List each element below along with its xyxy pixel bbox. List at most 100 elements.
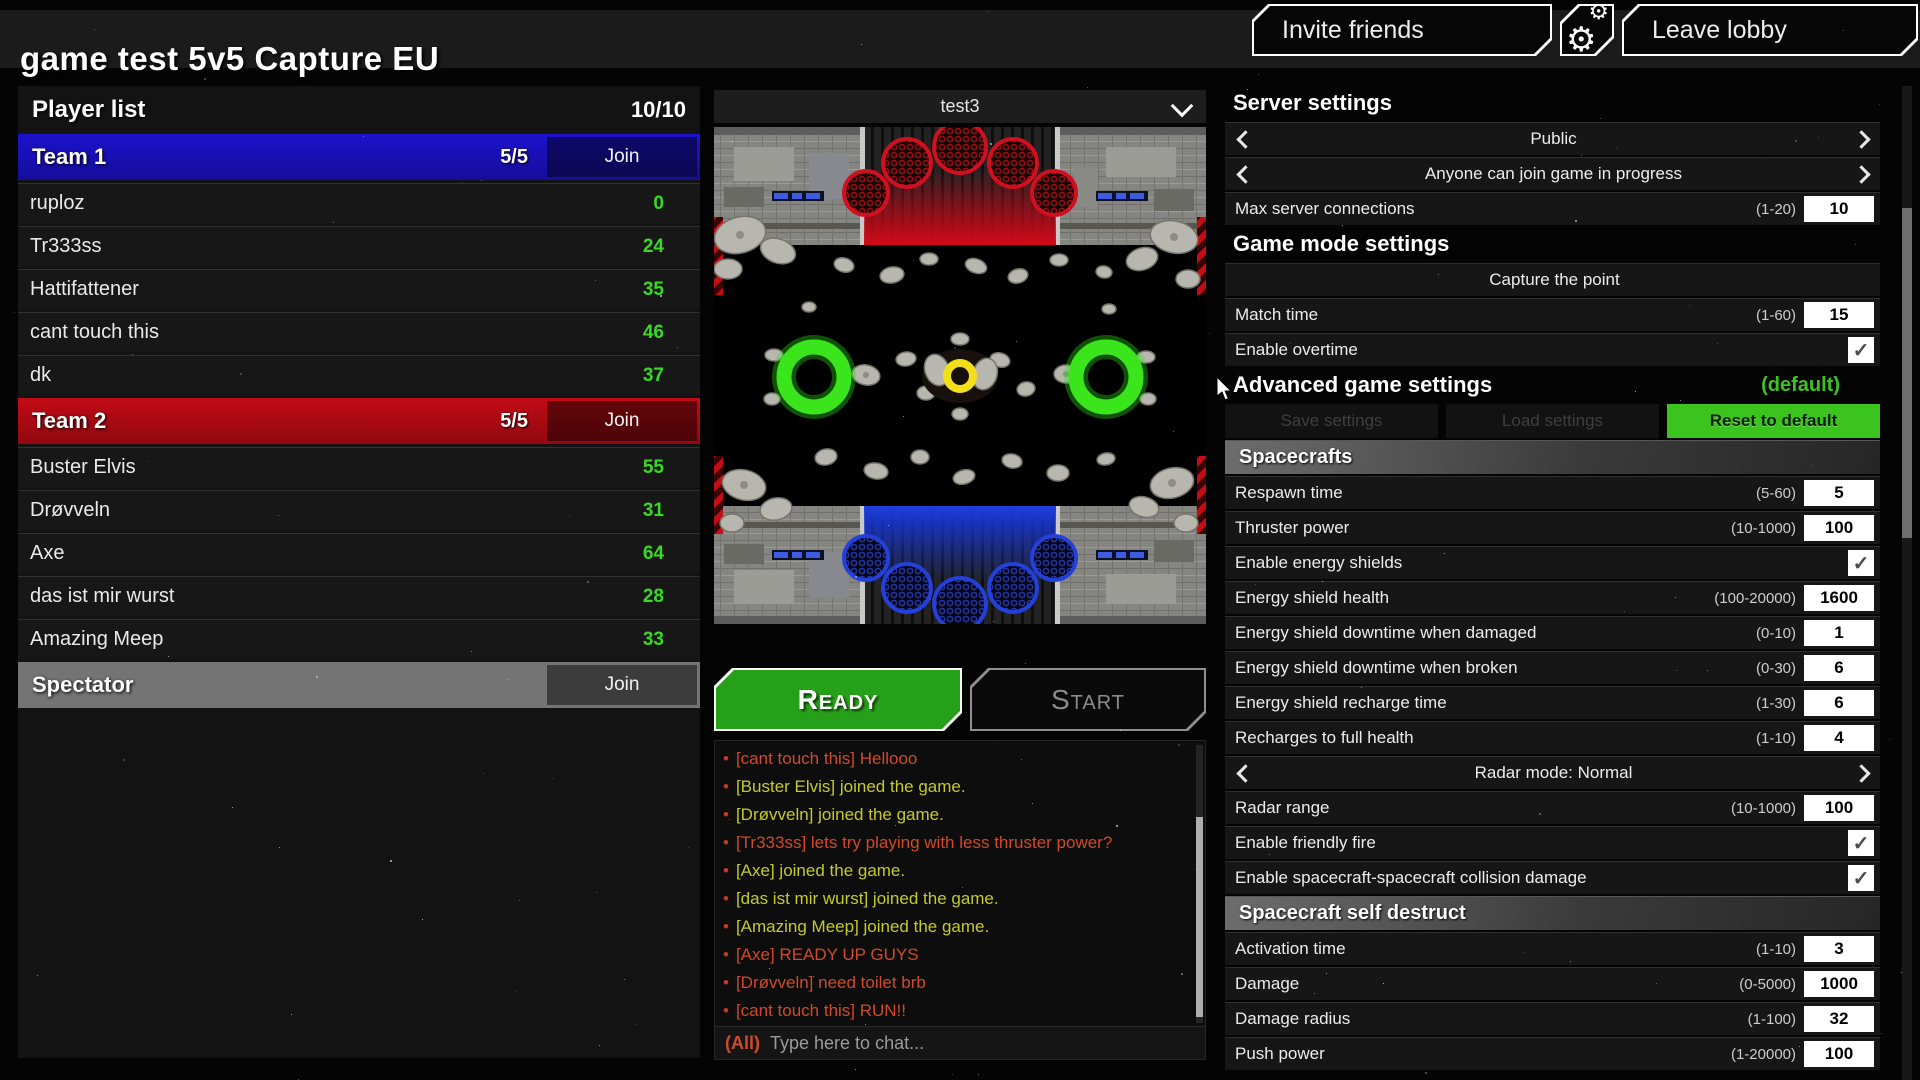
settings-gear-button[interactable]: ⚙ ⚙ xyxy=(1560,4,1614,56)
join-team-2-button[interactable]: Join xyxy=(547,401,697,441)
player-score: 37 xyxy=(643,365,664,387)
energy-shield-recharge-time-input[interactable]: 6 xyxy=(1804,690,1874,716)
selector-label: Radar mode: Normal xyxy=(1252,763,1855,783)
join-team-1-button[interactable]: Join xyxy=(547,137,697,177)
chat-message: •[Amazing Meep] joined the game. xyxy=(723,913,1189,941)
selector-anyone-can-join-game-in-progress: Anyone can join game in progress xyxy=(1225,157,1880,190)
match-time-input[interactable]: 15 xyxy=(1804,302,1874,328)
settings-scrollbar[interactable] xyxy=(1902,86,1912,1080)
setting-capture-the-point: Capture the point xyxy=(1225,263,1880,296)
push-power-input[interactable]: 100 xyxy=(1804,1041,1874,1067)
setting-range: (1-30) xyxy=(1756,695,1796,712)
chat-message: •[cant touch this] RUN!! xyxy=(723,997,1189,1025)
player-row: Amazing Meep33 xyxy=(18,619,700,659)
player-name: das ist mir wurst xyxy=(30,585,643,608)
enable-friendly-fire-checkbox[interactable]: ✓ xyxy=(1848,830,1874,856)
player-name: Amazing Meep xyxy=(30,628,643,651)
settings-scrollbar-thumb[interactable] xyxy=(1902,208,1912,538)
enable-energy-shields-checkbox[interactable]: ✓ xyxy=(1848,550,1874,576)
chat-scrollbar-thumb[interactable] xyxy=(1196,817,1203,1017)
team-name: Team 1 xyxy=(32,144,500,170)
thruster-power-input[interactable]: 100 xyxy=(1804,515,1874,541)
damage-input[interactable]: 1000 xyxy=(1804,971,1874,997)
chat-scrollbar[interactable] xyxy=(1196,745,1203,1023)
setting-label: Match time xyxy=(1235,305,1756,325)
section-header-label: Advanced game settings xyxy=(1233,372,1492,398)
team-header-team-2: Team 25/5Join xyxy=(18,398,700,444)
subsection-header-spacecraft-self-destruct: Spacecraft self destruct xyxy=(1225,896,1880,930)
player-row: Tr333ss24 xyxy=(18,226,700,266)
setting-label: Push power xyxy=(1235,1044,1731,1064)
player-name: ruploz xyxy=(30,192,653,215)
setting-range: (1-100) xyxy=(1748,1011,1796,1028)
chat-message-text: [cant touch this] RUN!! xyxy=(736,1001,906,1020)
subsection-header-label: Spacecrafts xyxy=(1239,446,1352,469)
invite-friends-button[interactable]: Invite friends xyxy=(1252,4,1552,56)
energy-shield-downtime-when-broken-input[interactable]: 6 xyxy=(1804,655,1874,681)
setting-label: Enable energy shields xyxy=(1235,553,1848,573)
chevron-right-icon[interactable] xyxy=(1852,764,1870,782)
selected-map-label: test3 xyxy=(940,96,979,117)
reset-to-default-button[interactable]: Reset to default xyxy=(1667,404,1880,438)
selector-public: Public xyxy=(1225,122,1880,155)
player-score: 46 xyxy=(643,322,664,344)
player-name: Axe xyxy=(30,542,643,565)
chat-message-text: [das ist mir wurst] joined the game. xyxy=(736,889,999,908)
player-score: 35 xyxy=(643,279,664,301)
chat-message-text: [Drøvveln] need toilet brb xyxy=(736,973,926,992)
load-settings-button[interactable]: Load settings xyxy=(1446,404,1659,438)
chat-channel-label: (All) xyxy=(725,1033,760,1054)
leave-lobby-button[interactable]: Leave lobby xyxy=(1622,4,1918,56)
selector-label: Public xyxy=(1252,129,1855,149)
setting-label: Enable friendly fire xyxy=(1235,833,1848,853)
section-header-advanced-game-settings: Advanced game settings(default) xyxy=(1225,368,1880,402)
setting-range: (10-1000) xyxy=(1731,800,1796,817)
chat-box: • [cant touch this] Hellooo •[Buster Elvis… xyxy=(714,740,1206,1060)
player-score: 24 xyxy=(643,236,664,258)
chat-input[interactable]: (All) Type here to chat... xyxy=(715,1026,1205,1059)
ready-label: Ready xyxy=(798,684,879,716)
team-slots: 5/5 xyxy=(500,146,528,169)
player-count: 10/10 xyxy=(631,97,686,123)
recharges-to-full-health-input[interactable]: 4 xyxy=(1804,725,1874,751)
enable-overtime-checkbox[interactable]: ✓ xyxy=(1848,337,1874,363)
setting-range: (1-20000) xyxy=(1731,1046,1796,1063)
map-select-dropdown[interactable]: test3 xyxy=(714,90,1206,123)
section-header-game-mode-settings: Game mode settings xyxy=(1225,227,1880,261)
enable-spacecraft-spacecraft-collision-damage-checkbox[interactable]: ✓ xyxy=(1848,865,1874,891)
respawn-time-input[interactable]: 5 xyxy=(1804,480,1874,506)
player-row: das ist mir wurst28 xyxy=(18,576,700,616)
max-server-connections-input[interactable]: 10 xyxy=(1804,196,1874,222)
game-lobby-screen: game test 5v5 Capture EU Invite friends … xyxy=(0,0,1920,1080)
setting-label: Respawn time xyxy=(1235,483,1756,503)
setting-label: Radar range xyxy=(1235,798,1731,818)
energy-shield-health-input[interactable]: 1600 xyxy=(1804,585,1874,611)
start-button[interactable]: Start xyxy=(970,668,1206,731)
chevron-right-icon[interactable] xyxy=(1852,165,1870,183)
setting-range: (0-30) xyxy=(1756,660,1796,677)
radar-range-input[interactable]: 100 xyxy=(1804,795,1874,821)
damage-radius-input[interactable]: 32 xyxy=(1804,1006,1874,1032)
activation-time-input[interactable]: 3 xyxy=(1804,936,1874,962)
chat-bullet: • xyxy=(723,805,729,824)
setting-damage: Damage(0-5000)1000 xyxy=(1225,967,1880,1000)
player-row: Hattifattener35 xyxy=(18,269,700,309)
chat-message-text: [Tr333ss] lets try playing with less thr… xyxy=(736,833,1112,852)
settings-rows: Server settingsPublicAnyone can join gam… xyxy=(1225,86,1880,1070)
energy-shield-downtime-when-damaged-input[interactable]: 1 xyxy=(1804,620,1874,646)
chat-message: •[Buster Elvis] joined the game. xyxy=(723,773,1189,801)
chat-message-text: [cant touch this] Hellooo xyxy=(736,749,917,768)
setting-label: Enable spacecraft-spacecraft collision d… xyxy=(1235,868,1848,888)
setting-thruster-power: Thruster power(10-1000)100 xyxy=(1225,511,1880,544)
chevron-right-icon[interactable] xyxy=(1852,130,1870,148)
setting-activation-time: Activation time(1-10)3 xyxy=(1225,932,1880,965)
team-slots: 5/5 xyxy=(500,410,528,433)
player-score: 31 xyxy=(643,500,664,522)
setting-label: Damage radius xyxy=(1235,1009,1748,1029)
ready-button[interactable]: Ready xyxy=(714,668,962,731)
join-spectator-button[interactable]: Join xyxy=(547,665,697,705)
gear-icon-small: ⚙ xyxy=(1588,0,1609,25)
save-settings-button[interactable]: Save settings xyxy=(1225,404,1438,438)
player-row: ruploz0 xyxy=(18,183,700,223)
setting-label: Energy shield downtime when broken xyxy=(1235,658,1756,678)
